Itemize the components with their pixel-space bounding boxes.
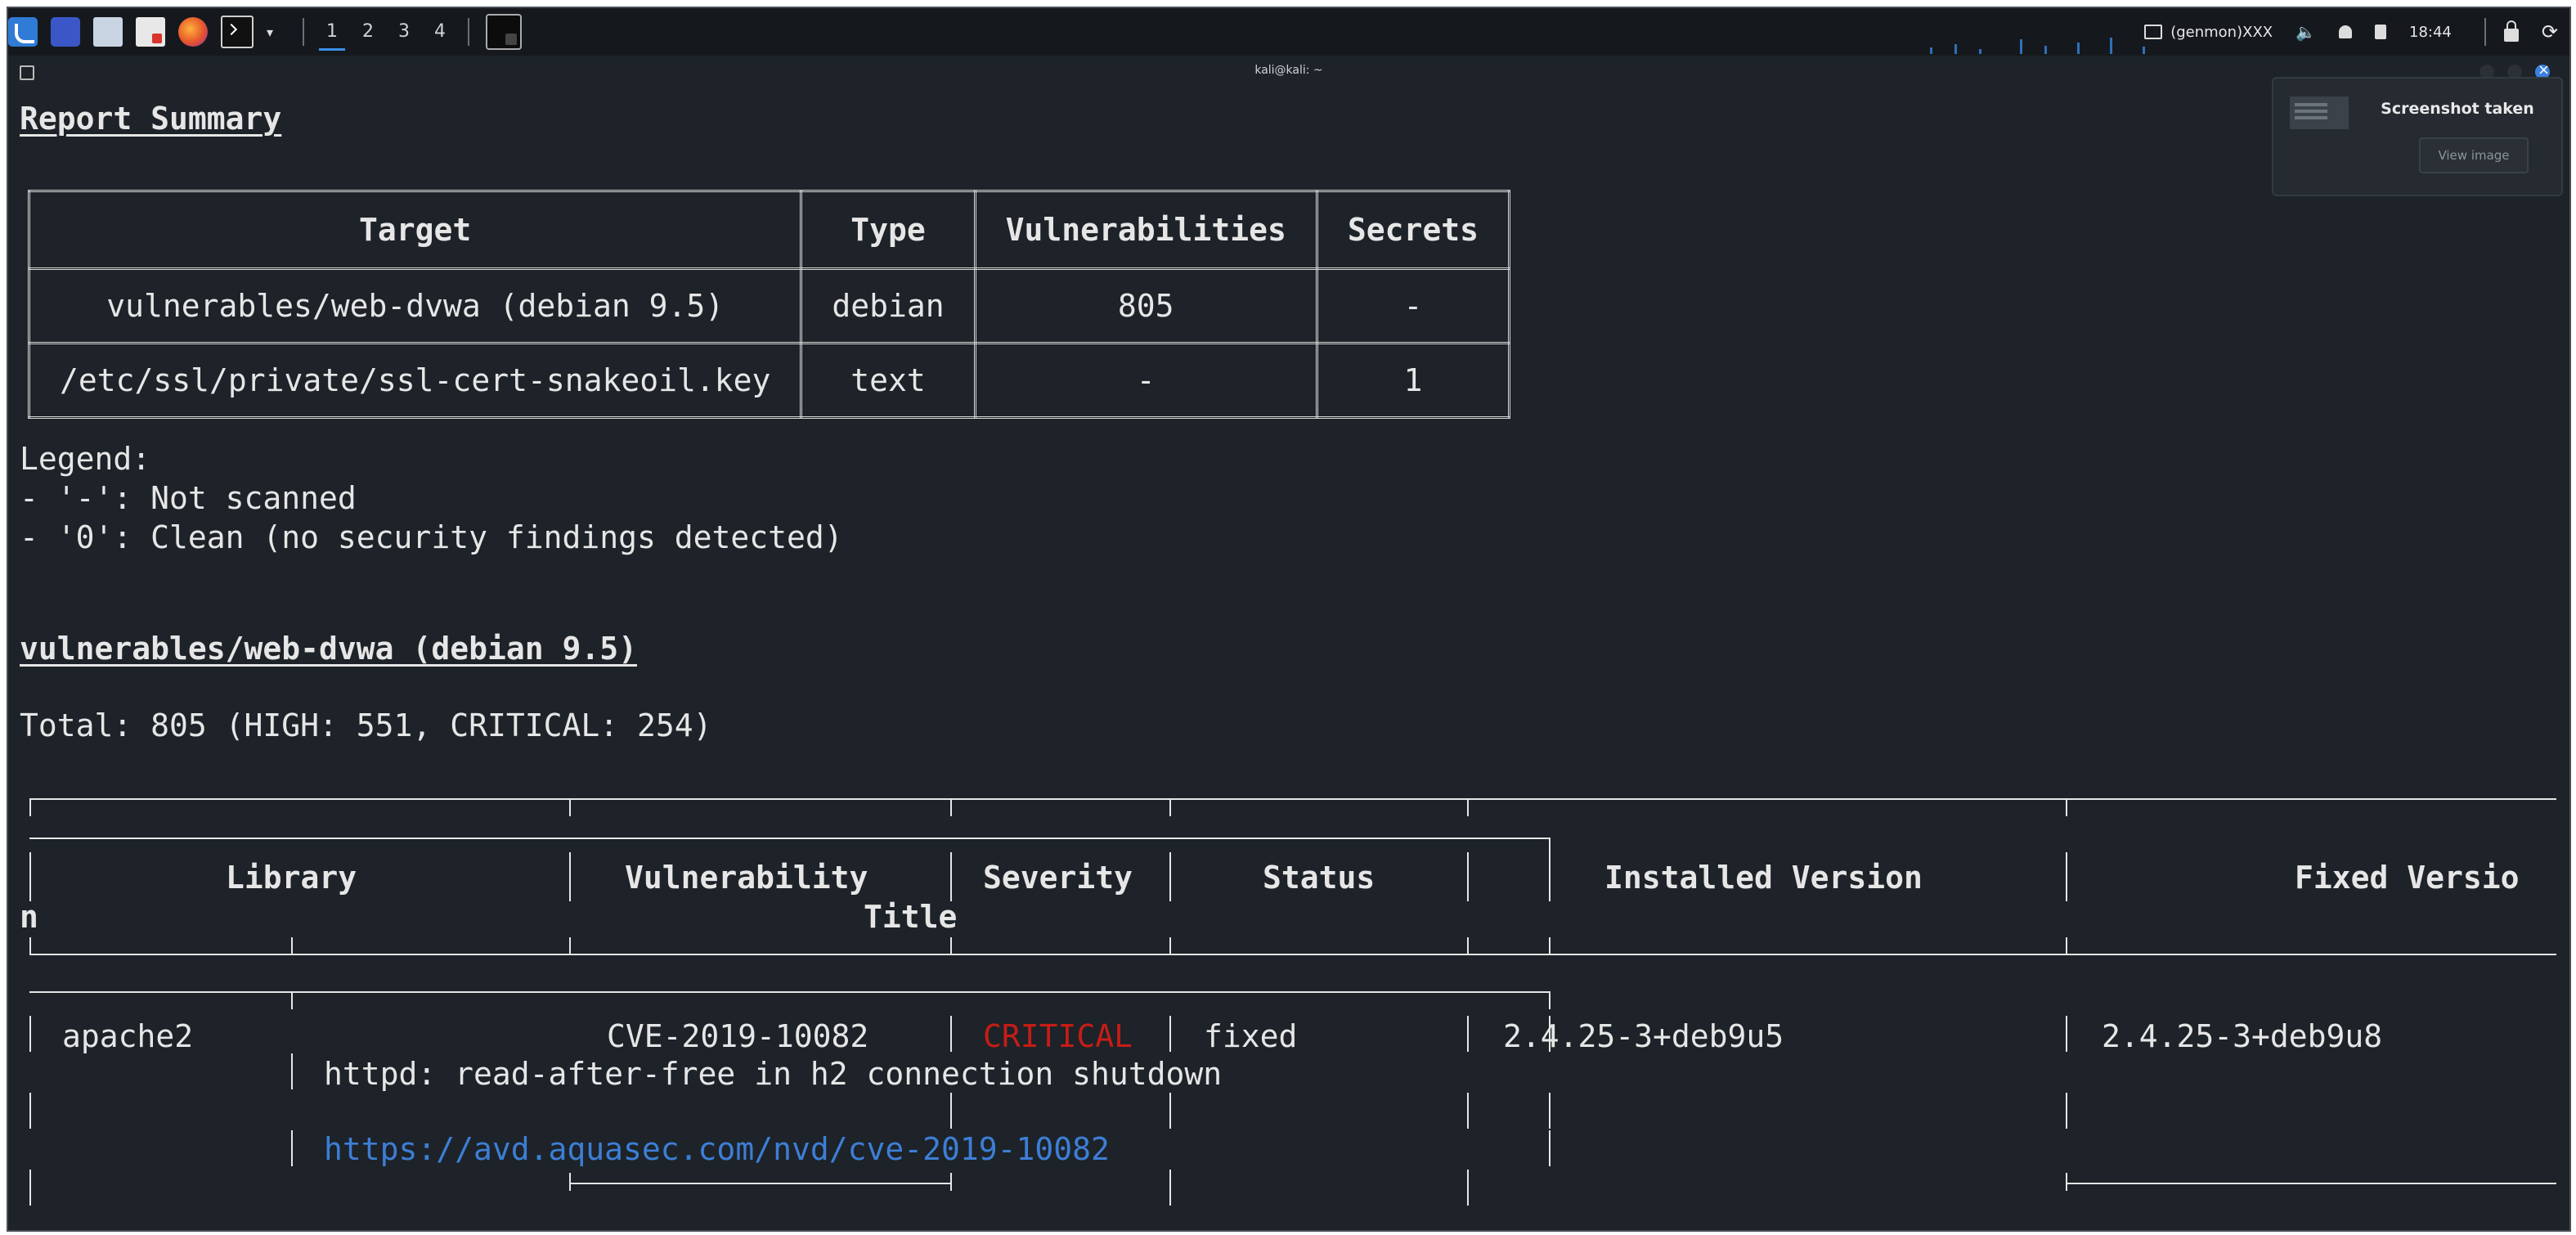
table-border — [950, 1173, 952, 1191]
table-border — [29, 991, 1551, 993]
table-border — [1549, 852, 1551, 901]
table-border — [2066, 1183, 2556, 1184]
row-installed-version: 2.4.25-3+deb9u5 — [1503, 1018, 1784, 1054]
table-border — [29, 852, 31, 901]
notification-title: Screenshot taken — [2381, 100, 2534, 118]
target-cell: /etc/ssl/private/ssl-cert-snakeoil.key — [27, 342, 803, 419]
screenshot-thumbnail[interactable] — [2290, 97, 2349, 129]
legend-item: - '0': Clean (no security findings detec… — [20, 519, 843, 555]
table-border — [1169, 1016, 1171, 1052]
table-border — [1169, 1170, 1171, 1206]
target-cell: vulnerables/web-dvwa (debian 9.5) — [27, 267, 803, 344]
header-type: Type — [800, 190, 976, 270]
table-border — [29, 1093, 31, 1129]
section-title: vulnerables/web-dvwa (debian 9.5) — [20, 631, 637, 667]
table-border — [2066, 798, 2067, 816]
table-border — [569, 937, 571, 955]
row-title: httpd: read-after-free in h2 connection … — [324, 1056, 1223, 1092]
desktop-screen: ▾ 1 2 3 4 (genmon)XXX 🔈 18:44 ⟳ kali@kal… — [7, 7, 2571, 1232]
type-cell: debian — [800, 267, 976, 344]
table-border — [29, 1016, 31, 1052]
header-target: Target — [27, 190, 803, 270]
table-border — [1169, 798, 1171, 816]
severity-badge: CRITICAL — [983, 1018, 1133, 1054]
header-status: Status — [1263, 860, 1376, 896]
table-border — [29, 798, 31, 816]
report-summary-table: Target Type Vulnerabilities Secrets vuln… — [27, 190, 1510, 419]
table-border — [2066, 937, 2067, 955]
table-border — [291, 1053, 293, 1089]
table-border — [569, 798, 571, 816]
table-border — [29, 1170, 31, 1206]
table-row: vulnerables/web-dvwa (debian 9.5) debian… — [27, 267, 1510, 344]
row-fixed-version: 2.4.25-3+deb9u8 — [2102, 1018, 2383, 1054]
view-image-button[interactable]: View image — [2419, 137, 2529, 173]
table-border — [950, 1093, 952, 1129]
table-border — [569, 1173, 571, 1191]
table-border — [291, 937, 293, 955]
header-title: Title — [864, 899, 958, 935]
total-summary: Total: 805 (HIGH: 551, CRITICAL: 254) — [20, 707, 712, 743]
header-vulnerability: Vulnerability — [625, 860, 868, 896]
type-cell: text — [800, 342, 976, 419]
table-border — [1169, 937, 1171, 955]
table-border — [1467, 1016, 1469, 1052]
table-border — [950, 1016, 952, 1052]
vulnerabilities-cell: - — [973, 342, 1318, 419]
table-border — [569, 852, 571, 901]
table-border — [1467, 1093, 1469, 1129]
table-border — [1467, 1170, 1469, 1206]
terminal-output[interactable]: Report Summary Target Type Vulnerabiliti… — [8, 8, 2569, 1230]
header-fixed-version: Fixed Versio — [2295, 860, 2520, 896]
report-summary-heading: Report Summary — [20, 101, 282, 137]
table-border — [2066, 1173, 2067, 1191]
table-border — [1467, 798, 1469, 816]
table-border — [1169, 852, 1171, 901]
screenshot-notification[interactable]: Screenshot taken View image — [2272, 77, 2563, 196]
table-border — [950, 798, 952, 816]
table-header-row: Target Type Vulnerabilities Secrets — [27, 190, 1510, 270]
table-border — [291, 991, 293, 1009]
table-border — [29, 838, 1551, 839]
legend-title: Legend: — [20, 441, 151, 477]
secrets-cell: - — [1315, 267, 1510, 344]
table-border — [1467, 937, 1469, 955]
table-border — [2066, 1016, 2067, 1052]
row-status: fixed — [1204, 1018, 1298, 1054]
advisory-link[interactable]: https://avd.aquasec.com/nvd/cve-2019-100… — [324, 1134, 1110, 1165]
table-border — [1467, 852, 1469, 901]
table-border — [2066, 852, 2067, 901]
secrets-cell: 1 — [1315, 342, 1510, 419]
table-border — [29, 798, 2556, 800]
vulnerabilities-cell: 805 — [973, 267, 1318, 344]
table-border — [950, 937, 952, 955]
table-border — [29, 954, 2556, 955]
row-vulnerability-id[interactable]: CVE-2019-10082 — [607, 1021, 868, 1052]
table-border — [1549, 991, 1551, 1009]
table-border — [29, 937, 31, 955]
table-border — [2066, 1093, 2067, 1129]
legend-item: - '-': Not scanned — [20, 480, 357, 516]
table-border — [1549, 937, 1551, 955]
header-library: Library — [226, 860, 357, 896]
table-border — [291, 1130, 293, 1166]
header-installed-version: Installed Version — [1604, 860, 1923, 896]
header-fixed-version-wrap: n — [20, 899, 38, 935]
row-library: apache2 — [62, 1018, 194, 1054]
table-border — [1549, 1130, 1551, 1166]
table-border — [950, 852, 952, 901]
table-border — [569, 1183, 952, 1184]
table-row: /etc/ssl/private/ssl-cert-snakeoil.key t… — [27, 342, 1510, 419]
header-vulnerabilities: Vulnerabilities — [973, 190, 1318, 270]
table-border — [1549, 1093, 1551, 1129]
header-secrets: Secrets — [1315, 190, 1510, 270]
header-severity: Severity — [983, 860, 1133, 896]
table-border — [1169, 1093, 1171, 1129]
